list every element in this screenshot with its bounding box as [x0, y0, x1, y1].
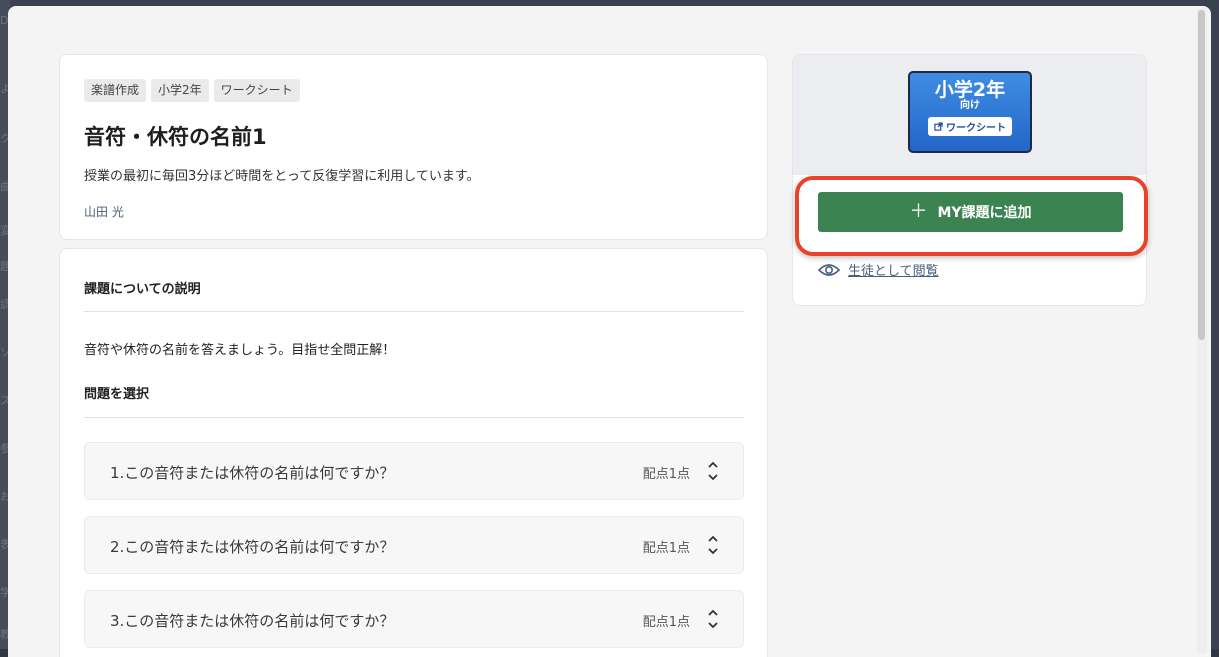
- assignment-body-card: 課題についての説明 音符や休符の名前を答えましょう。目指せ全問正解！ 問題を選択…: [59, 248, 768, 657]
- divider: [84, 311, 744, 312]
- thumbnail-grade: 小学2年: [934, 79, 1006, 101]
- thumbnail-chip-label: ワークシート: [946, 123, 1006, 134]
- tag-grade: 小学2年: [151, 79, 209, 102]
- thumbnail-area: 小学2年 向け ワークシート: [793, 55, 1146, 175]
- expand-toggle-icon[interactable]: [707, 607, 719, 631]
- questions-heading: 問題を選択: [84, 387, 150, 402]
- question-item-3[interactable]: 3.この音符または休符の名前は何ですか？ 配点1点: [84, 590, 744, 648]
- question-score: 配点1点: [642, 615, 690, 630]
- question-label: 2.この音符または休符の名前は何ですか？: [110, 538, 395, 556]
- worksheet-thumbnail: 小学2年 向け ワークシート: [908, 71, 1032, 153]
- external-link-icon: [934, 122, 943, 131]
- question-item-2[interactable]: 2.この音符または休符の名前は何ですか？ 配点1点: [84, 516, 744, 574]
- explanation-text: 音符や休符の名前を答えましょう。目指せ全問正解！: [84, 343, 396, 358]
- tag-type: ワークシート: [213, 79, 300, 102]
- question-label: 3.この音符または休符の名前は何ですか？: [110, 612, 395, 630]
- modal-scrollbar-thumb[interactable]: [1198, 10, 1205, 340]
- thumbnail-for: 向け: [960, 100, 980, 111]
- question-score: 配点1点: [642, 467, 690, 482]
- eye-icon: [818, 263, 840, 276]
- question-label: 1.この音符または休符の名前は何ですか？: [110, 464, 395, 482]
- thumbnail-chip: ワークシート: [928, 117, 1012, 136]
- question-item-1[interactable]: 1.この音符または休符の名前は何ですか？ 配点1点: [84, 442, 744, 500]
- plus-icon: ＋: [909, 201, 928, 222]
- assignment-description: 授業の最初に毎回3分ほど時間をとって反復学習に利用しています。: [84, 169, 480, 184]
- author-name: 山田 光: [84, 205, 124, 219]
- divider: [84, 417, 744, 418]
- view-as-student-link[interactable]: 生徒として閲覧: [818, 260, 939, 279]
- add-to-my-assignments-button[interactable]: ＋ MY課題に追加: [818, 192, 1123, 232]
- expand-toggle-icon[interactable]: [707, 533, 719, 557]
- question-score: 配点1点: [642, 541, 690, 556]
- view-as-student-label: 生徒として閲覧: [848, 264, 939, 279]
- tag-list: 楽譜作成 小学2年 ワークシート: [84, 79, 743, 102]
- expand-toggle-icon[interactable]: [707, 459, 719, 483]
- assignment-title: 音符・休符の名前1: [84, 125, 267, 149]
- tag-category: 楽譜作成: [84, 79, 147, 102]
- assignment-header-card: 楽譜作成 小学2年 ワークシート 音符・休符の名前1 授業の最初に毎回3分ほど時…: [59, 54, 768, 240]
- assignment-detail-modal: 楽譜作成 小学2年 ワークシート 音符・休符の名前1 授業の最初に毎回3分ほど時…: [8, 6, 1211, 657]
- add-button-label: MY課題に追加: [937, 205, 1032, 221]
- explanation-heading: 課題についての説明: [84, 282, 201, 297]
